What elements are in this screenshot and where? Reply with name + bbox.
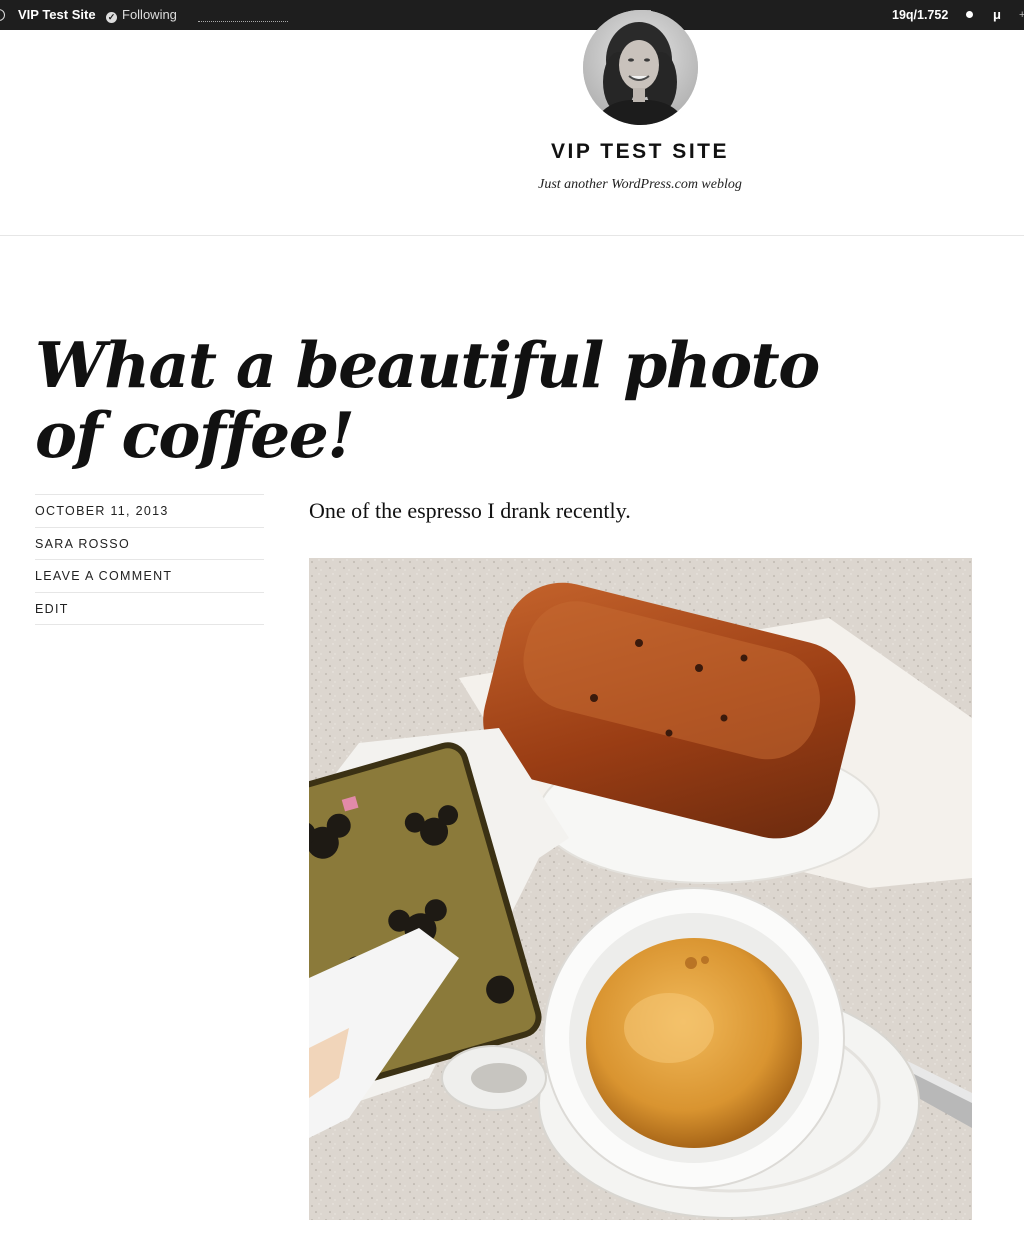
- admin-bar: VIP Test Site ✓ Following 19q/1.752 μ +: [0, 0, 1024, 30]
- edit-post-link[interactable]: EDIT: [35, 593, 264, 625]
- following-button[interactable]: ✓ Following: [106, 0, 177, 30]
- leave-comment-link[interactable]: LEAVE A COMMENT: [35, 560, 264, 593]
- site-avatar[interactable]: [583, 10, 698, 125]
- notification-dot-icon[interactable]: [966, 0, 974, 30]
- post-photo[interactable]: [309, 558, 972, 1220]
- site-title[interactable]: VIP TEST SITE: [450, 140, 830, 164]
- admin-bar-site-name[interactable]: VIP Test Site: [18, 0, 96, 30]
- query-stats[interactable]: 19q/1.752: [892, 0, 948, 30]
- admin-bar-extra[interactable]: +: [1019, 0, 1024, 30]
- site-tagline: Just another WordPress.com weblog: [538, 177, 742, 192]
- post-date-link[interactable]: OCTOBER 11, 2013: [35, 495, 264, 528]
- mu-menu[interactable]: μ: [993, 0, 1001, 30]
- wordpress-logo-icon[interactable]: [0, 0, 8, 30]
- following-label: Following: [122, 7, 177, 22]
- post-author-link[interactable]: SARA ROSSO: [35, 528, 264, 560]
- post-excerpt: One of the espresso I drank recently.: [309, 498, 631, 523]
- check-circle-icon: ✓: [106, 12, 117, 23]
- post-title[interactable]: What a beautiful photo of coffee!: [35, 330, 835, 470]
- post-meta: OCTOBER 11, 2013 SARA ROSSO LEAVE A COMM…: [35, 494, 264, 625]
- admin-bar-search-field[interactable]: [198, 21, 288, 22]
- header-divider: [0, 235, 1024, 236]
